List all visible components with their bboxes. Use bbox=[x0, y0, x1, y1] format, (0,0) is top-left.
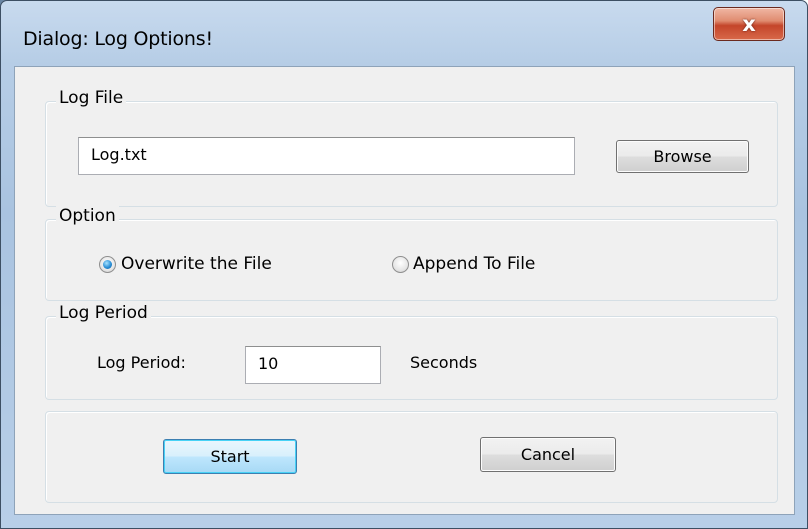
start-button[interactable]: Start bbox=[163, 439, 297, 474]
overwrite-radio[interactable] bbox=[99, 256, 116, 273]
option-group: Option Overwrite the File Append To File bbox=[45, 206, 778, 301]
close-button[interactable]: x bbox=[713, 7, 785, 41]
log-period-label: Log Period: bbox=[97, 353, 186, 372]
append-label[interactable]: Append To File bbox=[413, 254, 535, 274]
log-file-group: Log File Log.txt Browse bbox=[45, 88, 778, 207]
dialog-window: Dialog: Log Options! x Log File Log.txt … bbox=[0, 0, 808, 529]
append-radio[interactable] bbox=[392, 256, 409, 273]
actions-group: Start Cancel bbox=[45, 411, 778, 503]
close-icon: x bbox=[742, 12, 756, 36]
log-period-group: Log Period Log Period: 10 Seconds bbox=[45, 303, 778, 400]
browse-button[interactable]: Browse bbox=[616, 140, 749, 173]
window-title: Dialog: Log Options! bbox=[23, 28, 213, 50]
log-file-legend: Log File bbox=[56, 88, 127, 108]
title-bar[interactable]: Dialog: Log Options! x bbox=[1, 1, 807, 63]
log-file-input[interactable]: Log.txt bbox=[78, 137, 575, 175]
seconds-label: Seconds bbox=[410, 353, 478, 372]
overwrite-label[interactable]: Overwrite the File bbox=[121, 254, 272, 274]
log-period-input[interactable]: 10 bbox=[245, 346, 381, 384]
dialog-client-area: Log File Log.txt Browse Option Overwrite… bbox=[14, 66, 795, 515]
option-legend: Option bbox=[56, 206, 119, 226]
log-period-legend: Log Period bbox=[56, 303, 151, 323]
cancel-button[interactable]: Cancel bbox=[480, 437, 616, 472]
